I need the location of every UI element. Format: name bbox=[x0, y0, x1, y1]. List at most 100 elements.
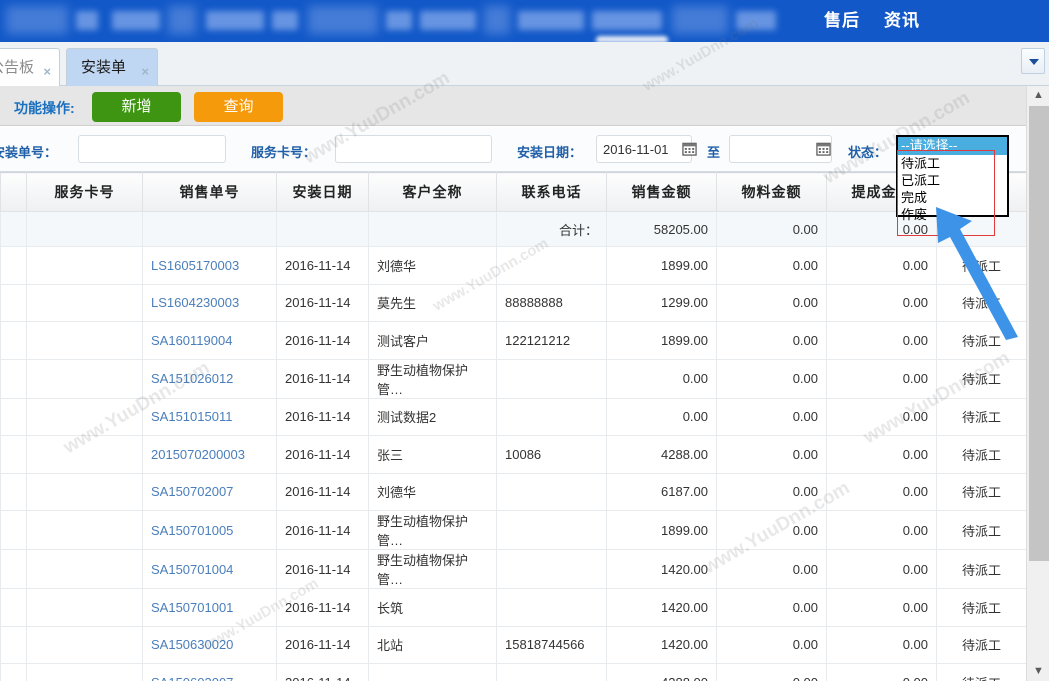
nav-item-redacted-2[interactable] bbox=[112, 11, 160, 30]
col-header-customer[interactable]: 客户全称 bbox=[368, 172, 497, 212]
cell-sales-no[interactable]: LS1605170003 bbox=[142, 246, 277, 285]
col-header-sales-no[interactable]: 销售单号 bbox=[142, 172, 277, 212]
calendar-icon[interactable] bbox=[682, 141, 697, 156]
col-header-sales-amount[interactable]: 销售金额 bbox=[606, 172, 717, 212]
cell-customer: 长筑 bbox=[368, 588, 497, 627]
cell-commission-amount: 0.00 bbox=[826, 435, 937, 474]
sales-no-link[interactable]: SA150630020 bbox=[151, 637, 233, 652]
row-checkbox-cell[interactable] bbox=[0, 549, 27, 589]
status-option-3[interactable]: 完成 bbox=[898, 189, 1007, 206]
table-row[interactable]: SA150701001 2016-11-14 长筑 1420.00 0.00 0.00 待派… bbox=[0, 588, 1026, 627]
tab-list-chevron-down-icon[interactable] bbox=[1021, 48, 1045, 74]
vertical-scrollbar[interactable]: ▲ ▼ bbox=[1026, 86, 1049, 681]
table-row[interactable]: 2015070200003 2016-11-14 张三 10086 4288.00 0.0… bbox=[0, 435, 1026, 474]
nav-item-redacted-1[interactable] bbox=[76, 11, 98, 30]
table-row[interactable]: SA150701004 2016-11-14 野生动植物保护管… 1420.00 0.0… bbox=[0, 549, 1026, 589]
cell-sales-no[interactable]: SA150701004 bbox=[142, 549, 277, 589]
nav-item-redacted-3[interactable] bbox=[168, 6, 196, 34]
nav-item-redacted-5[interactable] bbox=[272, 11, 298, 30]
cell-sales-amount: 1899.00 bbox=[606, 321, 717, 360]
row-checkbox-cell[interactable] bbox=[0, 510, 27, 550]
nav-item-redacted-0[interactable] bbox=[6, 6, 68, 34]
row-checkbox-cell[interactable] bbox=[0, 625, 27, 664]
install-date-from-input[interactable] bbox=[596, 135, 692, 163]
table-row[interactable]: SA160119004 2016-11-14 测试客户 122121212 1899.0… bbox=[0, 321, 1026, 360]
sales-no-link[interactable]: SA151026012 bbox=[151, 371, 233, 386]
col-header-card-no[interactable]: 服务卡号 bbox=[26, 172, 143, 212]
scrollbar-thumb[interactable] bbox=[1029, 106, 1049, 561]
add-button[interactable]: 新增 bbox=[92, 92, 181, 122]
row-checkbox-cell[interactable] bbox=[0, 283, 27, 322]
row-checkbox-cell[interactable] bbox=[0, 321, 27, 360]
card-no-input[interactable] bbox=[335, 135, 492, 163]
nav-item-redacted-11[interactable] bbox=[592, 11, 662, 30]
cell-customer: 张三 bbox=[368, 435, 497, 474]
close-icon[interactable]: × bbox=[43, 53, 51, 90]
nav-item-redacted-7[interactable] bbox=[386, 11, 412, 30]
scroll-up-icon[interactable]: ▲ bbox=[1027, 86, 1049, 105]
nav-item-redacted-8[interactable] bbox=[420, 11, 476, 30]
cell-sales-no[interactable]: SA150603007 bbox=[142, 663, 277, 681]
row-checkbox-cell[interactable] bbox=[0, 397, 27, 436]
table-row[interactable]: SA1506030072016-11-14…4288.000.000.00待派工 bbox=[0, 663, 1026, 681]
tab-bulletin-board[interactable]: 公告板 × bbox=[0, 48, 60, 86]
order-no-input[interactable] bbox=[78, 135, 226, 163]
sales-no-link[interactable]: SA150701004 bbox=[151, 562, 233, 577]
status-dropdown-listbox[interactable]: --请选择-- 待派工 已派工 完成 作废 bbox=[896, 135, 1009, 222]
col-header-install-date[interactable]: 安装日期 bbox=[276, 172, 369, 212]
status-option-1[interactable]: 待派工 bbox=[898, 155, 1007, 172]
nav-item-redacted-4[interactable] bbox=[206, 11, 264, 30]
sales-no-link[interactable]: SA150702007 bbox=[151, 484, 233, 499]
cell-customer: 野生动植物保护管… bbox=[368, 549, 497, 589]
calendar-icon[interactable] bbox=[816, 141, 831, 156]
row-checkbox-cell[interactable] bbox=[0, 358, 27, 399]
tab-installation-order[interactable]: 安装单 × bbox=[66, 48, 158, 86]
sales-no-link[interactable]: LS1605170003 bbox=[151, 258, 239, 273]
cell-sales-no[interactable]: 2015070200003 bbox=[142, 435, 277, 474]
nav-item-redacted-12[interactable] bbox=[672, 6, 728, 34]
query-button[interactable]: 查询 bbox=[194, 92, 283, 122]
col-header-material-amount[interactable]: 物料金额 bbox=[716, 172, 827, 212]
close-icon[interactable]: × bbox=[141, 53, 149, 90]
cell-sales-no[interactable]: SA150701001 bbox=[142, 588, 277, 627]
row-checkbox-cell[interactable] bbox=[0, 472, 27, 511]
status-option-0[interactable]: --请选择-- bbox=[898, 137, 1007, 155]
row-checkbox-cell[interactable] bbox=[0, 663, 27, 681]
status-option-2[interactable]: 已派工 bbox=[898, 172, 1007, 189]
cell-sales-no[interactable]: SA151026012 bbox=[142, 358, 277, 399]
nav-item-redacted-13[interactable] bbox=[736, 11, 776, 30]
table-row[interactable]: SA151026012 2016-11-14 野生动植物保护管… 0.00 0.00 0.… bbox=[0, 358, 1026, 399]
status-option-4[interactable]: 作废 bbox=[898, 206, 1007, 223]
table-row[interactable]: SA150630020 2016-11-14 北站 15818744566 1420.0… bbox=[0, 625, 1026, 664]
sales-no-link[interactable]: LS1604230003 bbox=[151, 295, 239, 310]
nav-item-redacted-9[interactable] bbox=[484, 6, 510, 34]
sales-no-link[interactable]: 2015070200003 bbox=[151, 447, 245, 462]
nav-item-redacted-6[interactable] bbox=[308, 6, 378, 34]
cell-sales-no[interactable]: SA150701005 bbox=[142, 510, 277, 550]
row-checkbox-cell[interactable] bbox=[0, 588, 27, 627]
cell-sales-no[interactable]: LS1604230003 bbox=[142, 283, 277, 322]
cell-sales-no[interactable]: SA150702007 bbox=[142, 472, 277, 511]
sales-no-link[interactable]: SA160119004 bbox=[151, 333, 232, 348]
row-checkbox-cell[interactable] bbox=[0, 435, 27, 474]
sales-no-link[interactable]: SA150603007 bbox=[151, 675, 233, 681]
col-header-checkbox[interactable] bbox=[0, 172, 27, 212]
table-row[interactable]: LS1605170003 2016-11-14 刘德华 1899.00 0.00 0.00… bbox=[0, 246, 1026, 285]
scroll-down-icon[interactable]: ▼ bbox=[1027, 662, 1049, 681]
row-checkbox-cell[interactable] bbox=[0, 246, 27, 285]
summary-blank bbox=[276, 211, 369, 247]
sales-no-link[interactable]: SA151015011 bbox=[151, 409, 232, 424]
nav-item-news[interactable]: 资讯 bbox=[884, 10, 920, 32]
sales-no-link[interactable]: SA150701005 bbox=[151, 523, 233, 538]
sales-no-link[interactable]: SA150701001 bbox=[151, 600, 233, 615]
nav-item-redacted-10[interactable] bbox=[518, 11, 584, 30]
table-row[interactable]: SA150702007 2016-11-14 刘德华 6187.00 0.00 0.00 待… bbox=[0, 472, 1026, 511]
table-row[interactable]: SA150701005 2016-11-14 野生动植物保护管… 1899.00 0.0… bbox=[0, 510, 1026, 550]
table-row[interactable]: LS1604230003 2016-11-14 莫先生 88888888 1299.00… bbox=[0, 283, 1026, 322]
table-row[interactable]: SA151015011 2016-11-14 测试数据2 0.00 0.00 0.00 待派… bbox=[0, 397, 1026, 436]
cell-sales-no[interactable]: SA160119004 bbox=[142, 321, 277, 360]
nav-item-aftersales[interactable]: 售后 bbox=[824, 10, 860, 32]
cell-sales-no[interactable]: SA150630020 bbox=[142, 625, 277, 664]
cell-sales-no[interactable]: SA151015011 bbox=[142, 397, 277, 436]
col-header-phone[interactable]: 联系电话 bbox=[496, 172, 607, 212]
